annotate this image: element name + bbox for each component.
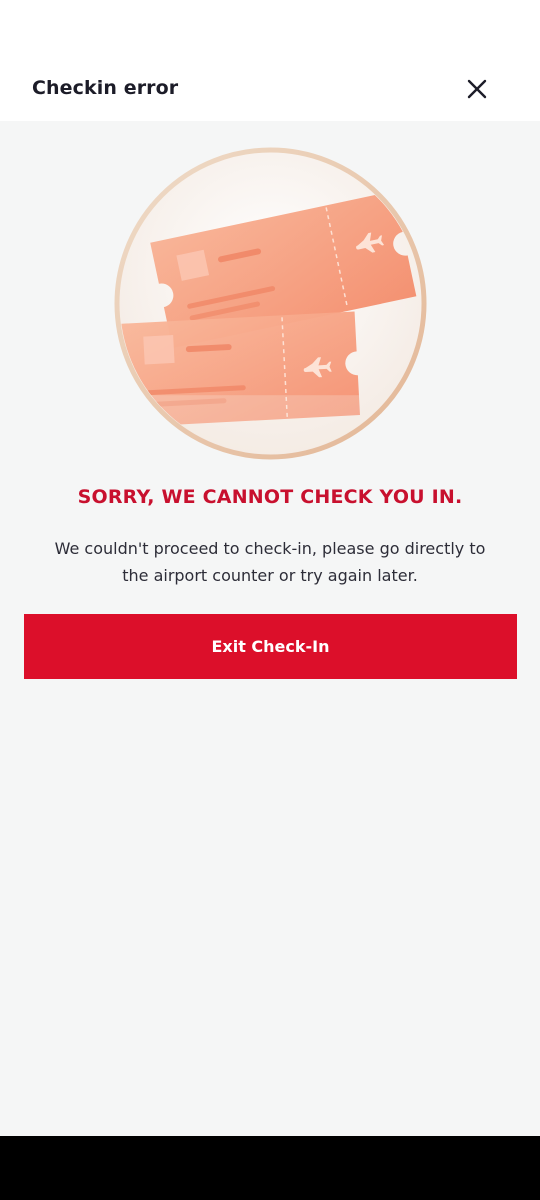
status-bar bbox=[0, 0, 540, 56]
page-title: Checkin error bbox=[32, 77, 179, 99]
system-navigation-bar bbox=[0, 1136, 540, 1200]
main-content: SORRY, WE CANNOT CHECK YOU IN. We couldn… bbox=[0, 121, 540, 1136]
exit-checkin-button[interactable]: Exit Check-In bbox=[24, 614, 517, 679]
header: Checkin error bbox=[0, 56, 540, 121]
close-icon bbox=[467, 79, 487, 99]
close-button[interactable] bbox=[458, 70, 496, 108]
error-title: SORRY, WE CANNOT CHECK YOU IN. bbox=[77, 486, 463, 508]
error-message: We couldn't proceed to check-in, please … bbox=[54, 539, 486, 585]
boarding-passes-illustration bbox=[114, 147, 427, 460]
